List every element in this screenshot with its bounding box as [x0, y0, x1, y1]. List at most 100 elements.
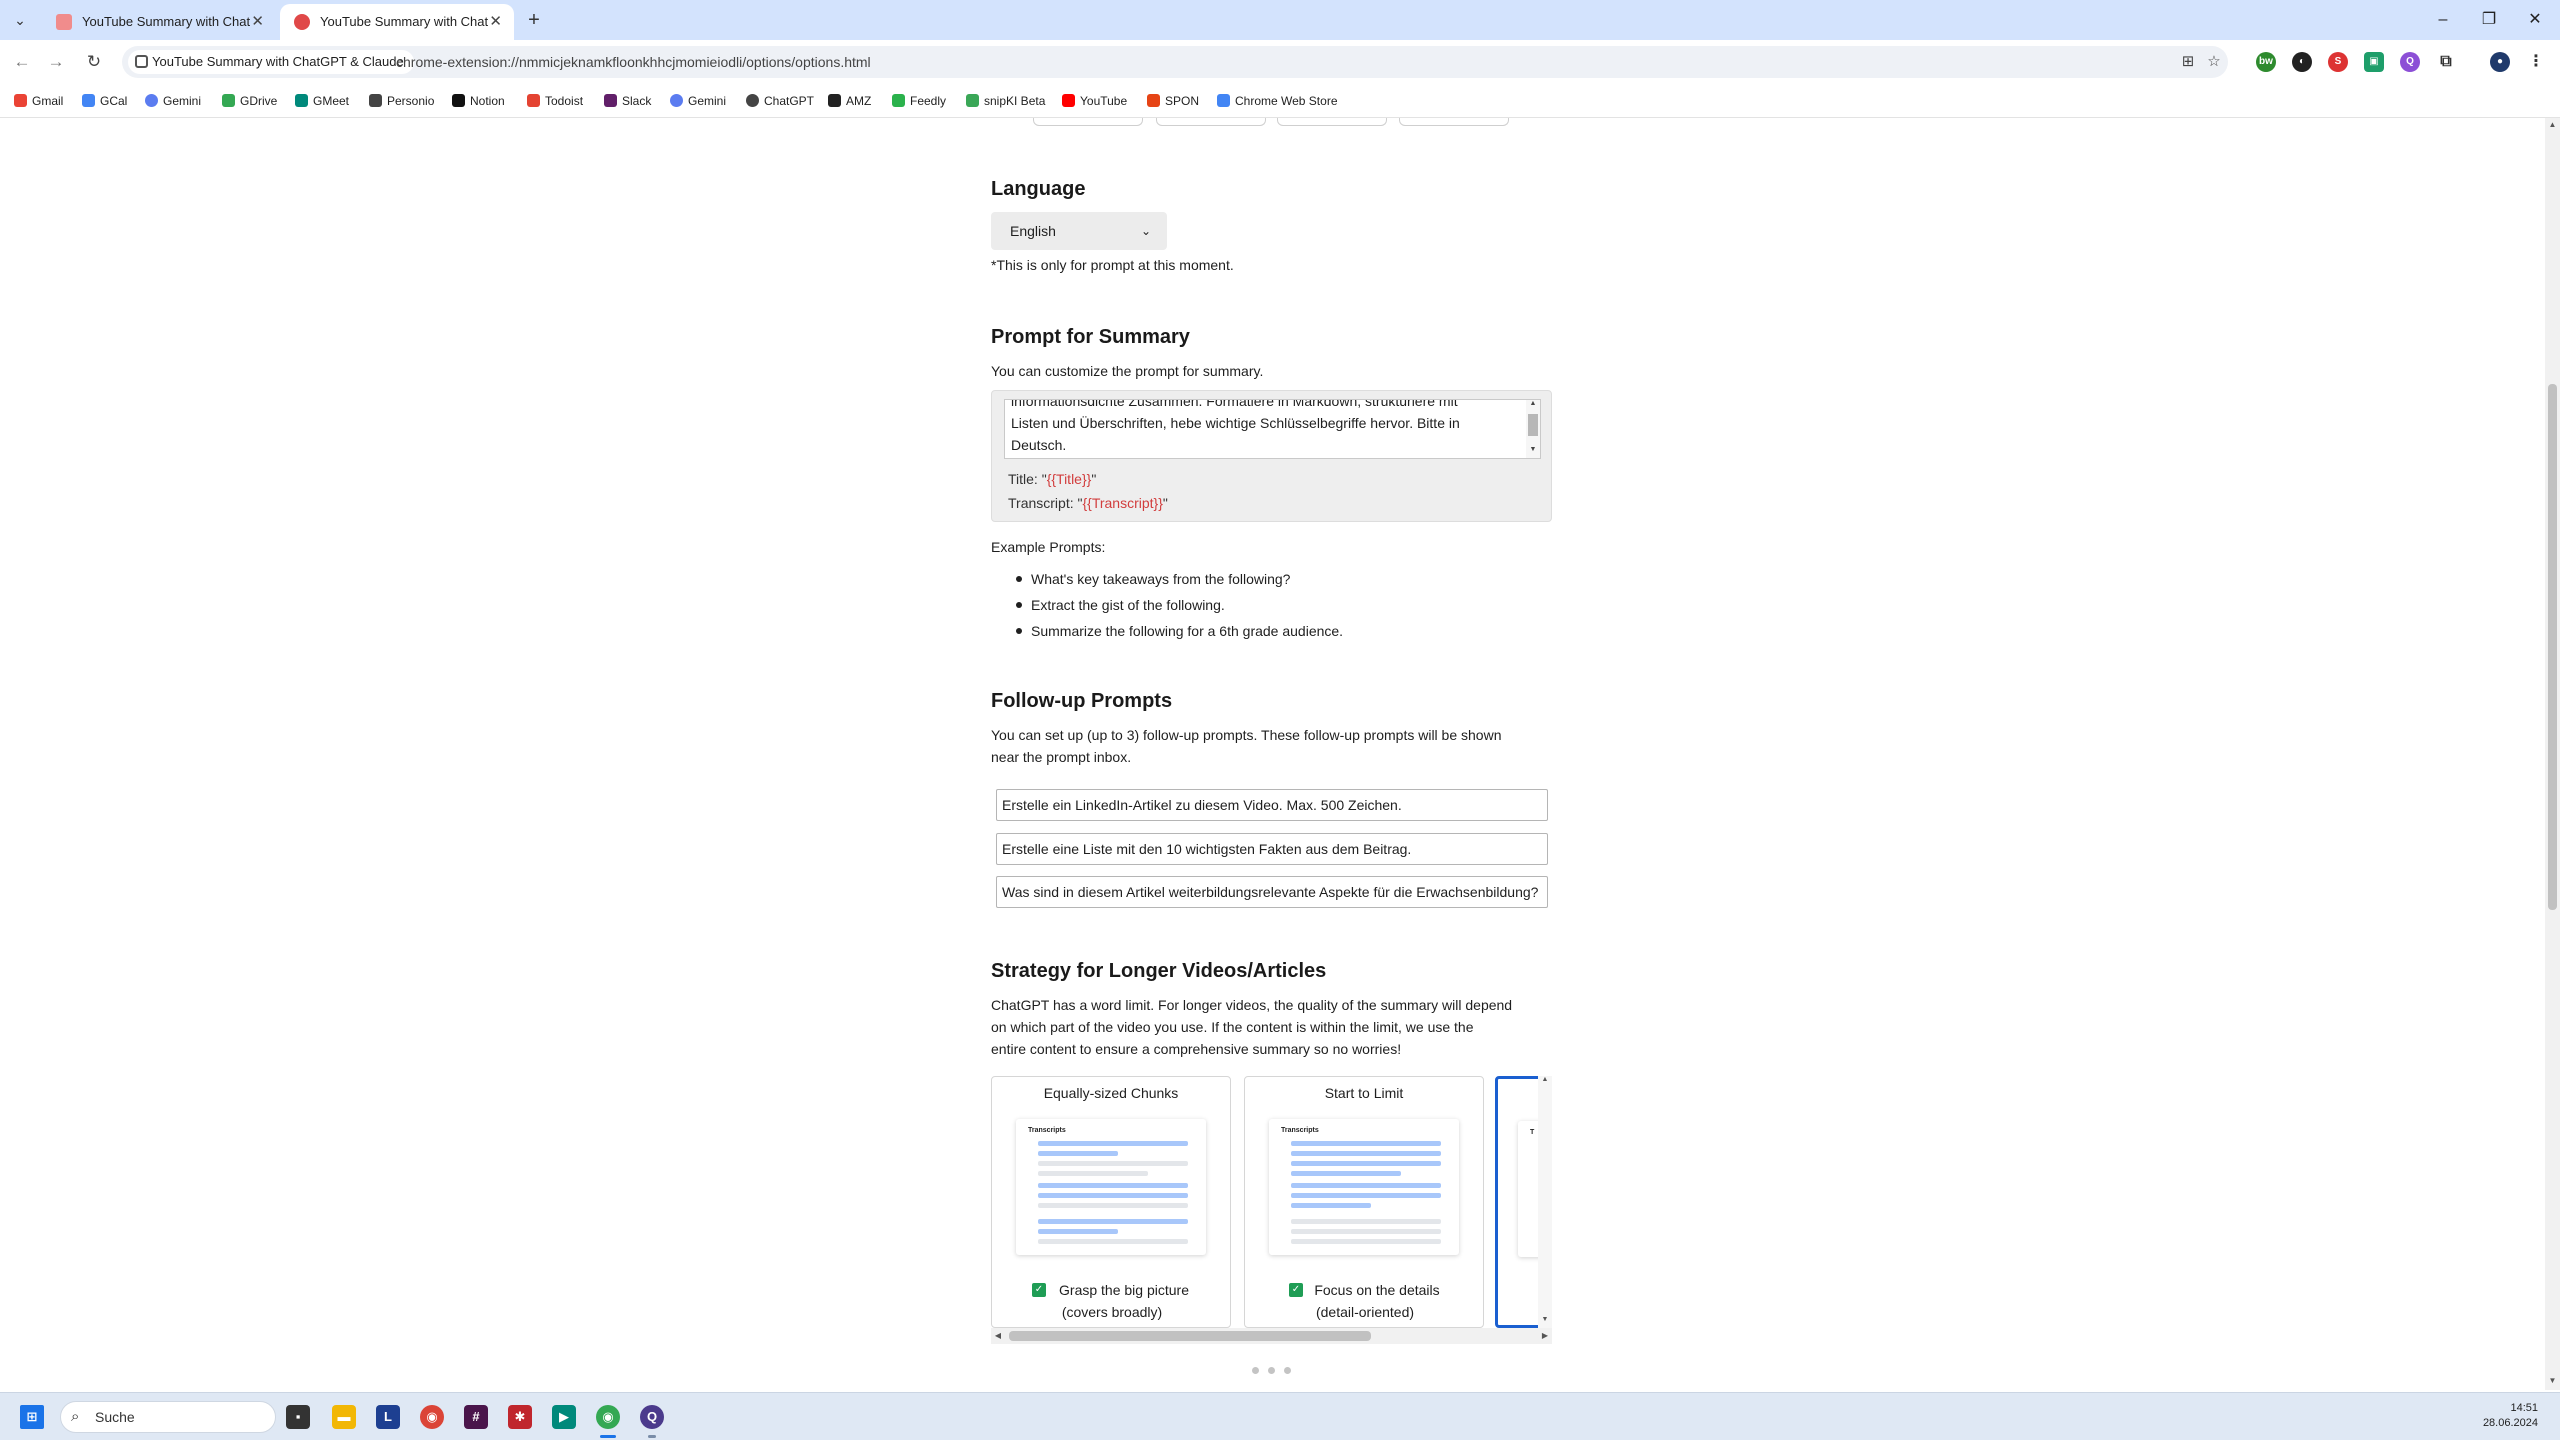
bookmark-gcal[interactable]: GCal: [82, 92, 127, 110]
option-button[interactable]: [1156, 118, 1266, 126]
close-icon[interactable]: ✕: [251, 4, 264, 40]
textarea-scrollbar[interactable]: ▲ ▼: [1526, 400, 1540, 458]
bookmark-chrome-web-store[interactable]: Chrome Web Store: [1217, 92, 1338, 110]
list-item: What's key takeaways from the following?: [1015, 566, 1343, 592]
bookmark-gdrive[interactable]: GDrive: [222, 92, 277, 110]
language-heading: Language: [991, 178, 1086, 200]
tab-inactive[interactable]: YouTube Summary with ChatGPT & Claude ✕: [42, 4, 276, 40]
bookmark-gemini-2[interactable]: Gemini: [670, 92, 726, 110]
extension-green-icon[interactable]: ▣: [2364, 52, 2384, 72]
extension-circle-icon[interactable]: ◐: [2292, 52, 2312, 72]
bookmark-chatgpt[interactable]: ChatGPT: [746, 92, 814, 110]
tab-search-chevron-icon[interactable]: ⌄: [8, 8, 32, 32]
bookmark-personio[interactable]: Personio: [369, 92, 434, 110]
window-close-icon[interactable]: ✕: [2512, 0, 2558, 40]
extension-q-icon[interactable]: Q: [2400, 52, 2420, 72]
transcript-variable-line: Transcript: "{{Transcript}}": [1008, 495, 1168, 511]
tab-active[interactable]: YouTube Summary with ChatGPT & Claude ✕: [280, 4, 514, 40]
scroll-down-arrow-icon[interactable]: ▼: [2545, 1376, 2560, 1385]
chrome-icon[interactable]: ◉: [420, 1405, 444, 1429]
strategy-description: ChatGPT has a word limit. For longer vid…: [991, 997, 1513, 1057]
strategy-card-third-selected[interactable]: T: [1495, 1076, 1538, 1328]
windows-start-icon[interactable]: ⊞: [20, 1405, 44, 1429]
bookmark-spon[interactable]: SPON: [1147, 92, 1199, 110]
scroll-up-arrow-icon[interactable]: ▲: [1538, 1076, 1552, 1083]
bookmark-feedly[interactable]: Feedly: [892, 92, 946, 110]
carousel-horizontal-scrollbar[interactable]: ◀ ▶: [991, 1328, 1552, 1344]
windows-taskbar: ⊞ ⌕ Suche ▪ ▬ L ◉ # ✱ ▶ ◉ Q 14:51 28.06.…: [0, 1392, 2560, 1440]
site-info-chip[interactable]: YouTube Summary with ChatGPT & Claude: [128, 50, 414, 74]
summary-prompt-description: You can customize the prompt for summary…: [991, 363, 1264, 379]
chrome-web-store-icon: [1217, 94, 1230, 107]
pagination-dot[interactable]: [1268, 1367, 1275, 1374]
puzzle-app-icon[interactable]: ✱: [508, 1405, 532, 1429]
bookmark-gemini[interactable]: Gemini: [145, 92, 201, 110]
example-prompts-label: Example Prompts:: [991, 539, 1106, 555]
meet-app-icon[interactable]: ▶: [552, 1405, 576, 1429]
card-label: Focus on the details (detail-oriented): [1314, 1282, 1440, 1320]
back-arrow-icon[interactable]: ←: [10, 50, 34, 74]
summary-prompt-textarea[interactable]: informationsdichte Zusammen. Formatiere …: [1004, 399, 1541, 459]
followup-prompt-input-2[interactable]: Erstelle eine Liste mit den 10 wichtigst…: [996, 833, 1548, 865]
minimize-icon[interactable]: –: [2420, 0, 2466, 40]
extensions-puzzle-icon[interactable]: ⧉: [2436, 52, 2456, 72]
strategy-card-equal-chunks[interactable]: Equally-sized Chunks Transcripts ✓ Grasp…: [991, 1076, 1231, 1328]
bookmark-gmail[interactable]: Gmail: [14, 92, 63, 110]
app-q-icon[interactable]: Q: [640, 1405, 664, 1429]
system-clock[interactable]: 14:51 28.06.2024: [2483, 1401, 2538, 1431]
option-button[interactable]: [1033, 118, 1143, 126]
carousel-vertical-scrollbar[interactable]: ▲ ▼: [1538, 1076, 1552, 1328]
bookmark-todoist[interactable]: Todoist: [527, 92, 583, 110]
textarea-scroll-thumb[interactable]: [1528, 414, 1538, 436]
forward-arrow-icon[interactable]: →: [44, 50, 68, 74]
option-button[interactable]: [1277, 118, 1387, 126]
clock-time: 14:51: [2510, 1402, 2538, 1414]
new-tab-plus-icon[interactable]: +: [520, 6, 548, 34]
bookmark-snipki[interactable]: snipKI Beta: [966, 92, 1045, 110]
reload-icon[interactable]: ↻: [82, 50, 106, 74]
option-button[interactable]: [1399, 118, 1509, 126]
page-scroll-thumb[interactable]: [2548, 384, 2557, 910]
scroll-down-arrow-icon[interactable]: ▼: [1538, 1316, 1552, 1323]
extension-bw-icon[interactable]: bw: [2256, 52, 2276, 72]
scroll-up-arrow-icon[interactable]: ▲: [1526, 400, 1540, 407]
file-explorer-icon[interactable]: ▬: [332, 1405, 356, 1429]
followup-heading: Follow-up Prompts: [991, 690, 1173, 712]
taskbar-search-input[interactable]: ⌕ Suche: [60, 1401, 276, 1433]
example-prompts-list: What's key takeaways from the following?…: [1015, 566, 1343, 644]
close-icon[interactable]: ✕: [489, 4, 502, 40]
bookmarks-bar: Gmail GCal Gemini GDrive GMeet Personio …: [0, 84, 2560, 118]
strategy-card-start-to-limit[interactable]: Start to Limit Transcripts ✓ Focus on th…: [1244, 1076, 1484, 1328]
bookmark-slack[interactable]: Slack: [604, 92, 651, 110]
scroll-left-arrow-icon[interactable]: ◀: [991, 1328, 1005, 1344]
bookmark-gmeet[interactable]: GMeet: [295, 92, 349, 110]
scroll-down-arrow-icon[interactable]: ▼: [1526, 446, 1540, 453]
slack-icon[interactable]: #: [464, 1405, 488, 1429]
page-scrollbar[interactable]: ▲ ▼: [2545, 118, 2560, 1390]
amazon-icon: [828, 94, 841, 107]
url-text[interactable]: chrome-extension://nmmicjeknamkfloonkhhc…: [396, 46, 871, 78]
bookmark-amz[interactable]: AMZ: [828, 92, 871, 110]
scroll-right-arrow-icon[interactable]: ▶: [1538, 1328, 1552, 1344]
horizontal-scroll-thumb[interactable]: [1009, 1331, 1371, 1341]
language-select[interactable]: English ⌄: [991, 212, 1167, 250]
followup-prompt-input-1[interactable]: Erstelle ein LinkedIn-Artikel zu diesem …: [996, 789, 1548, 821]
restore-icon[interactable]: ❐: [2466, 0, 2512, 40]
extension-red-icon[interactable]: S: [2328, 52, 2348, 72]
task-view-icon[interactable]: ▪: [286, 1405, 310, 1429]
drive-icon: [222, 94, 235, 107]
translate-icon[interactable]: ⊞: [2176, 50, 2200, 74]
browser-menu-icon[interactable]: ⋮: [2526, 52, 2546, 72]
bookmark-notion[interactable]: Notion: [452, 92, 505, 110]
profile-avatar[interactable]: ●: [2490, 52, 2510, 72]
pagination-dot[interactable]: [1252, 1367, 1259, 1374]
clock-date: 28.06.2024: [2482, 1417, 2538, 1429]
followup-prompt-input-3[interactable]: Was sind in diesem Artikel weiterbildung…: [996, 876, 1548, 908]
address-bar[interactable]: YouTube Summary with ChatGPT & Claude ch…: [122, 46, 2228, 78]
bookmark-star-icon[interactable]: ☆: [2202, 50, 2226, 74]
chrome-active-icon[interactable]: ◉: [596, 1405, 620, 1429]
scroll-up-arrow-icon[interactable]: ▲: [2545, 120, 2560, 129]
bookmark-youtube[interactable]: YouTube: [1062, 92, 1127, 110]
pagination-dot[interactable]: [1284, 1367, 1291, 1374]
app-l-icon[interactable]: L: [376, 1405, 400, 1429]
